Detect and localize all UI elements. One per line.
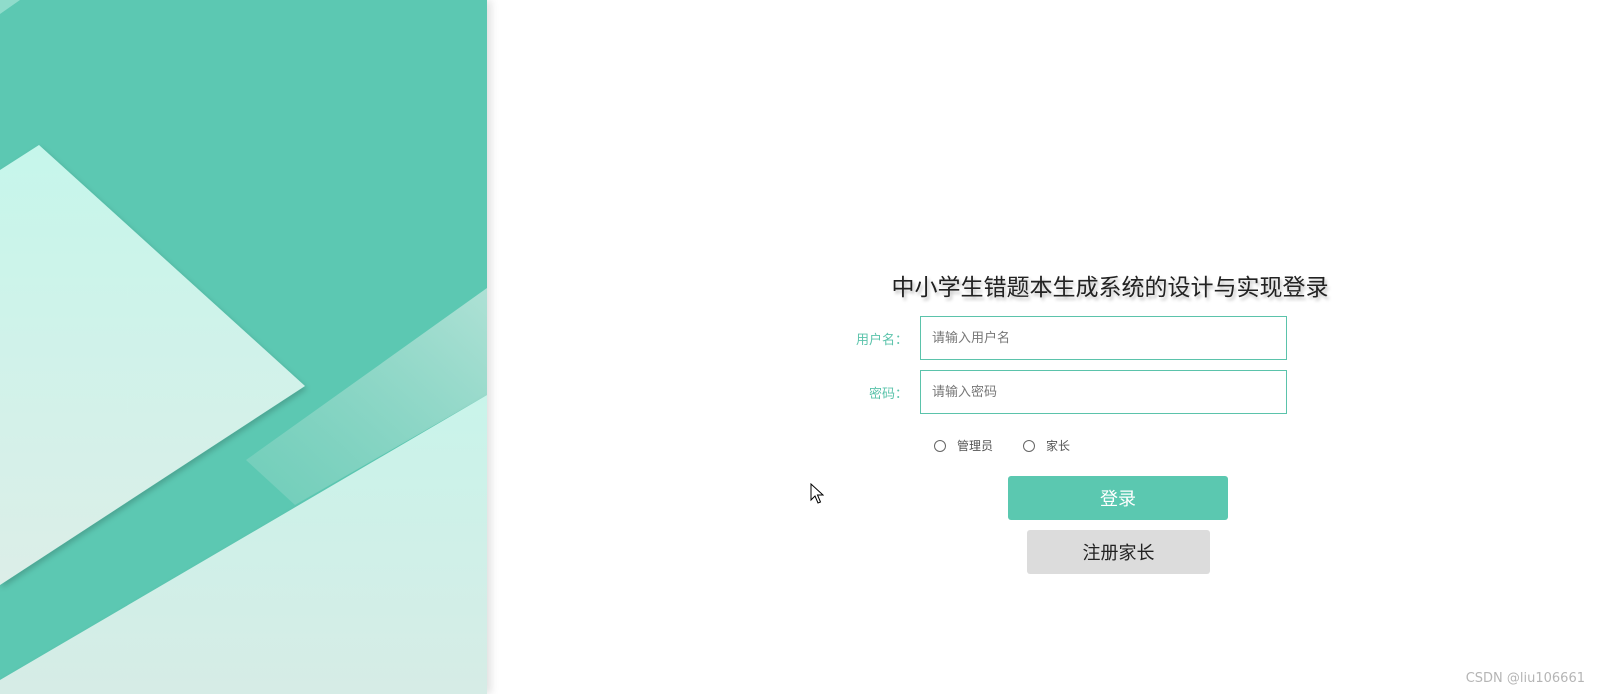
- role-option-parent[interactable]: 家长: [1023, 437, 1070, 454]
- mouse-pointer-icon: [810, 483, 824, 504]
- password-input[interactable]: [920, 370, 1287, 414]
- password-label: 密码：: [868, 386, 908, 402]
- role-option-admin[interactable]: 管理员: [934, 437, 993, 454]
- login-button[interactable]: 登录: [1008, 476, 1228, 520]
- username-label: 用户名：: [855, 332, 908, 348]
- role-selector: 管理员 家长: [934, 437, 1100, 454]
- watermark: CSDN @liu106661: [1465, 671, 1585, 686]
- password-row: 密码：: [820, 370, 1287, 414]
- register-parent-button[interactable]: 注册家长: [1027, 530, 1210, 574]
- login-page: 中小学生错题本生成系统的设计与实现登录 用户名： 密码： 管理员 家长 登录 注…: [0, 0, 1599, 694]
- role-label-admin: 管理员: [957, 439, 994, 453]
- username-row: 用户名：: [820, 316, 1287, 360]
- geometric-background-art: [0, 0, 487, 694]
- radio-icon[interactable]: [1023, 439, 1036, 452]
- page-title: 中小学生错题本生成系统的设计与实现登录: [891, 275, 1329, 301]
- role-label-parent: 家长: [1046, 439, 1071, 453]
- radio-icon[interactable]: [934, 439, 946, 452]
- username-input[interactable]: [920, 316, 1287, 360]
- decorative-side-panel: [0, 0, 487, 694]
